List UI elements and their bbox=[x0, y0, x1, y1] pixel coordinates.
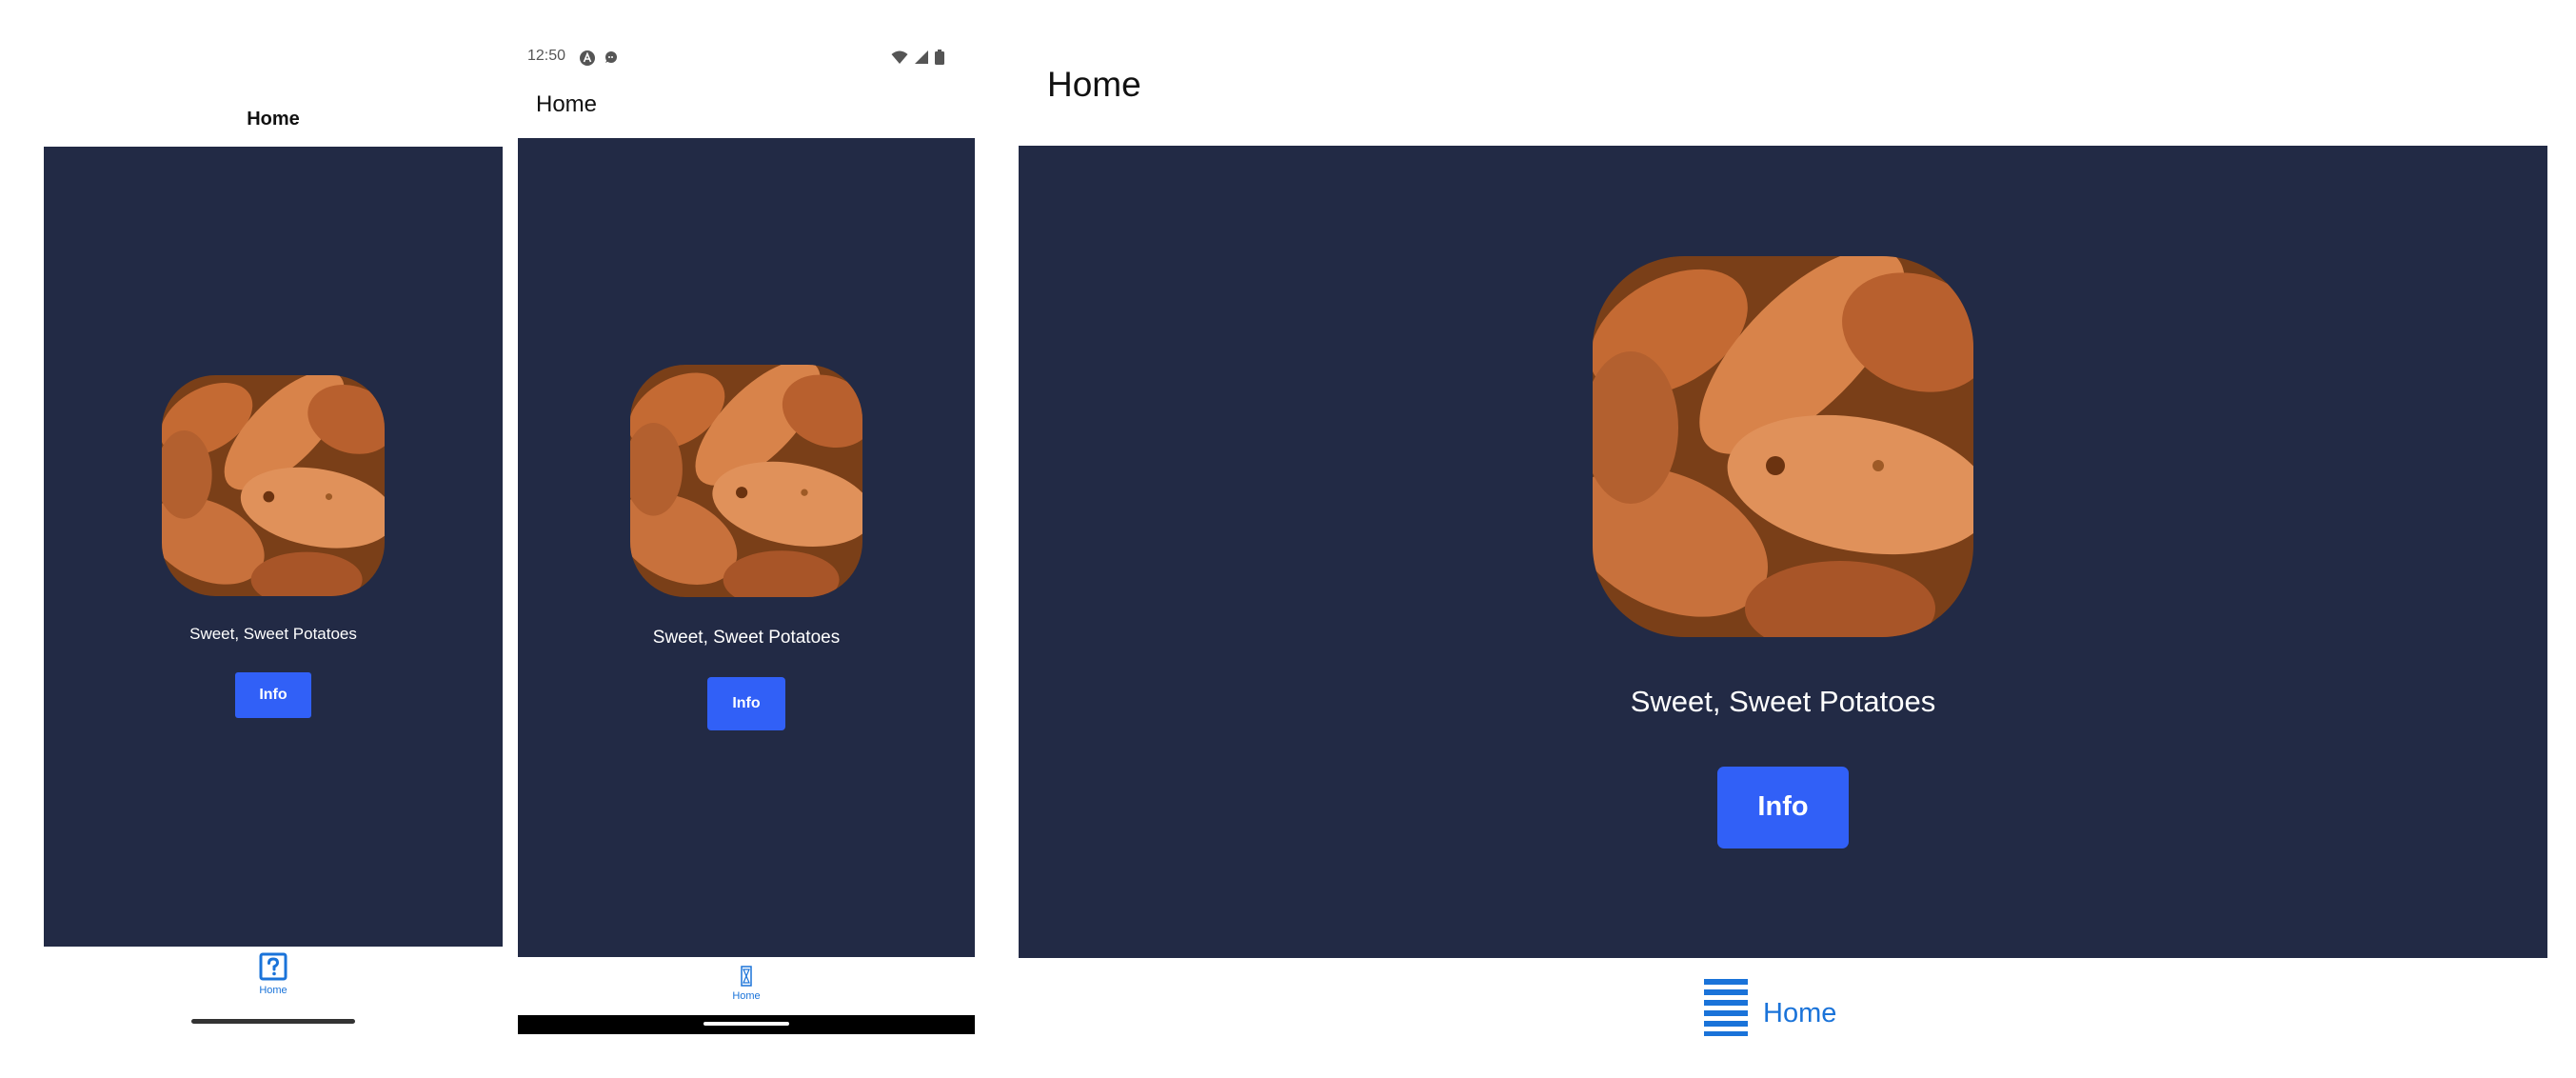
page-title: Home bbox=[1047, 65, 1141, 104]
tab-label: Home bbox=[732, 990, 761, 1002]
info-button[interactable]: Info bbox=[1717, 766, 1849, 848]
signal-icon bbox=[915, 50, 928, 64]
chat-bubble-icon bbox=[605, 51, 617, 63]
main-content: Sweet, Sweet Potatoes Info bbox=[44, 147, 503, 947]
wifi-icon bbox=[891, 50, 908, 64]
info-button[interactable]: Info bbox=[707, 677, 785, 730]
caption-text: Sweet, Sweet Potatoes bbox=[652, 628, 841, 648]
caption-text: Sweet, Sweet Potatoes bbox=[1630, 684, 1936, 718]
help-square-icon bbox=[259, 952, 287, 981]
web-screen: Home Sweet, Sweet Potatoes Info Home bbox=[1019, 0, 2547, 1078]
page-title: Home bbox=[247, 109, 300, 130]
tab-home[interactable]: Home bbox=[235, 952, 311, 996]
status-bar: 12:50 bbox=[518, 48, 975, 70]
sweet-potato-image bbox=[162, 375, 385, 596]
navigation-bar bbox=[518, 1015, 975, 1034]
sweet-potato-image bbox=[630, 365, 862, 597]
info-button[interactable]: Info bbox=[235, 672, 311, 718]
main-content: Sweet, Sweet Potatoes Info bbox=[518, 138, 975, 957]
battery-icon bbox=[935, 50, 944, 65]
main-content: Sweet, Sweet Potatoes Info bbox=[1019, 146, 2547, 958]
ios-screen: Home Sweet, Sweet Potatoes Info Home bbox=[44, 0, 503, 1078]
android-screen: 12:50 Home Sweet, Sweet Potatoes Info Ho… bbox=[518, 0, 975, 1078]
sweet-potato-image bbox=[1593, 255, 1973, 637]
tab-home[interactable]: Home bbox=[1704, 979, 1836, 1036]
tab-home[interactable]: Home bbox=[708, 966, 784, 1002]
list-icon bbox=[1704, 979, 1748, 1036]
status-time: 12:50 bbox=[527, 48, 566, 64]
hourglass-icon bbox=[741, 966, 752, 987]
page-title: Home bbox=[536, 91, 598, 117]
tab-label: Home bbox=[1763, 997, 1837, 1028]
caption-text: Sweet, Sweet Potatoes bbox=[189, 625, 357, 643]
gesture-pill[interactable] bbox=[703, 1022, 789, 1026]
home-indicator[interactable] bbox=[191, 1019, 355, 1024]
notification-a-icon bbox=[580, 50, 595, 66]
tab-label: Home bbox=[259, 985, 287, 996]
